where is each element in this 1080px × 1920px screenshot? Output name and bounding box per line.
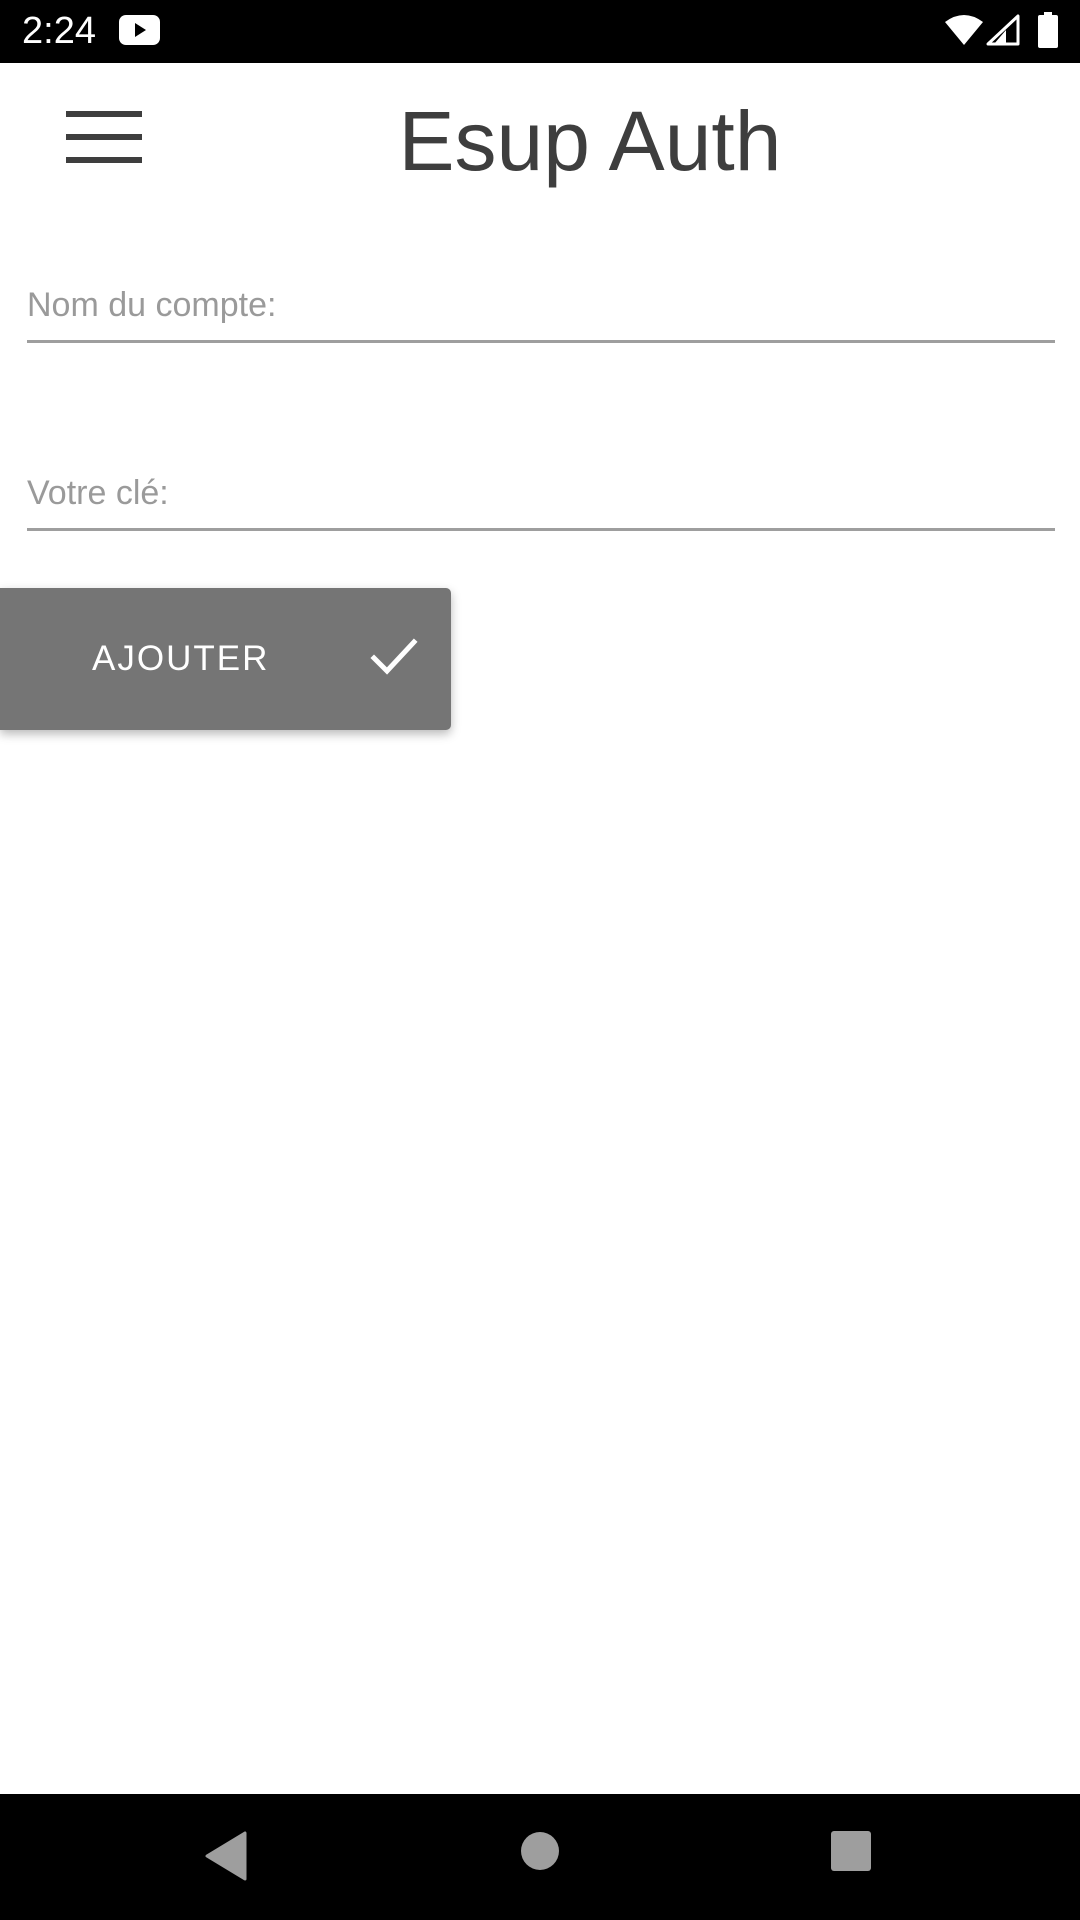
status-bar: 2:24 <box>0 0 1080 63</box>
home-icon[interactable] <box>520 1831 560 1871</box>
check-icon <box>370 638 418 675</box>
recents-icon[interactable] <box>831 1831 871 1871</box>
youtube-icon <box>119 15 160 45</box>
battery-icon <box>1038 12 1058 48</box>
hamburger-menu-icon[interactable] <box>66 111 142 163</box>
account-name-input[interactable] <box>27 270 1055 340</box>
signal-icon <box>986 14 1020 46</box>
secret-key-input[interactable] <box>27 458 1055 528</box>
add-button-label: AJOUTER <box>92 639 270 678</box>
back-icon[interactable] <box>203 1831 247 1881</box>
wifi-icon <box>945 15 983 45</box>
status-time: 2:24 <box>22 10 96 52</box>
app-header: Esup Auth <box>0 63 1080 210</box>
add-button[interactable]: AJOUTER <box>0 588 451 730</box>
page-title: Esup Auth <box>398 94 782 188</box>
account-name-field <box>27 270 1055 343</box>
system-navigation-bar <box>0 1794 1080 1920</box>
secret-key-field <box>27 458 1055 531</box>
